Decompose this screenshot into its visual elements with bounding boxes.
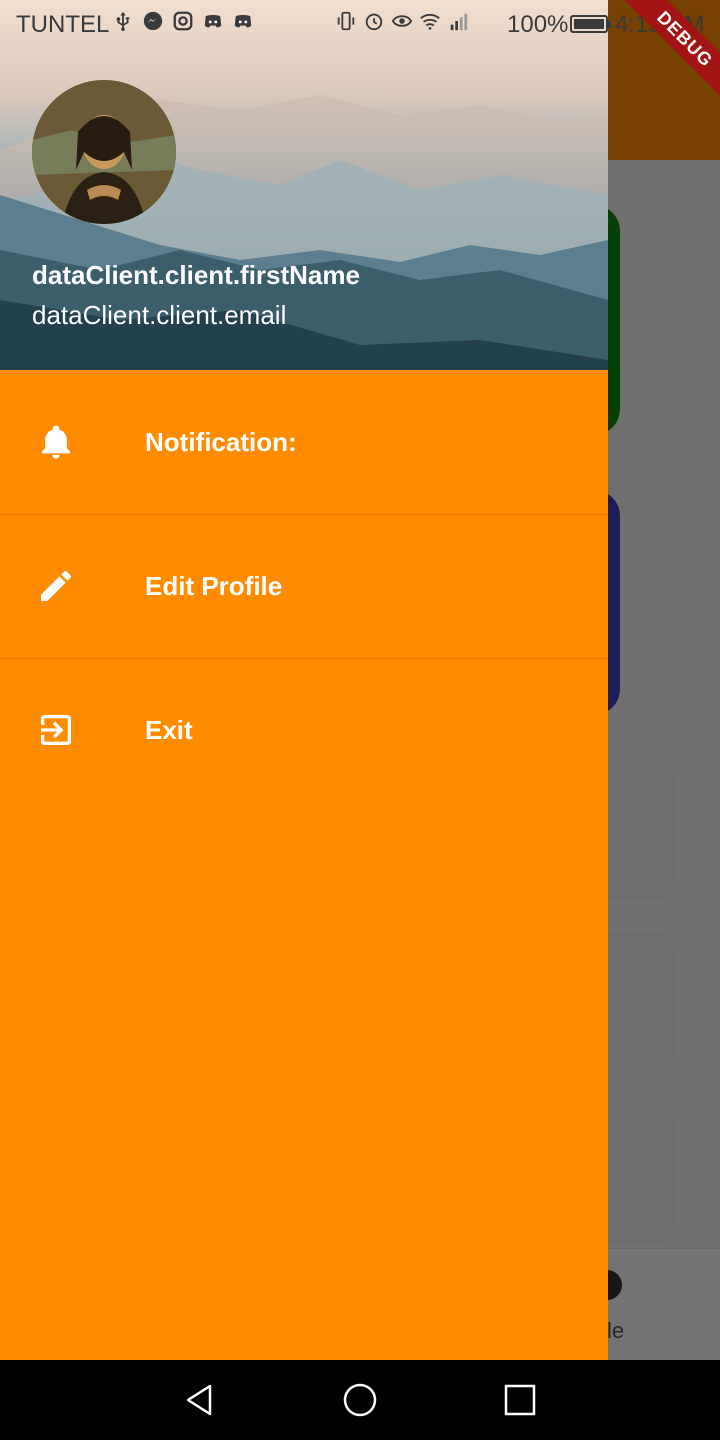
menu-item-notification[interactable]: Notification: [0, 370, 608, 514]
discord-icon [234, 15, 252, 28]
user-first-name: dataClient.client.firstName [32, 260, 360, 290]
eye-icon [391, 15, 413, 27]
signal-icon [450, 13, 468, 31]
menu-item-label: Edit Profile [145, 570, 283, 601]
alarm-icon [365, 13, 383, 31]
navigation-drawer: dataClient.client.firstName dataClient.c… [0, 0, 608, 1360]
menu-item-label: Notification: [145, 426, 297, 457]
discord-icon [204, 15, 222, 28]
messenger-icon [143, 11, 163, 31]
vibrate-icon [337, 11, 355, 31]
carrier-name: TUNTEL [16, 11, 110, 38]
system-navigation-bar [0, 1360, 720, 1440]
pencil-icon [41, 570, 71, 601]
usb-icon [116, 11, 130, 32]
menu-item-label: Exit [145, 714, 193, 745]
wifi-icon [420, 13, 440, 30]
home-icon[interactable] [340, 1380, 380, 1420]
menu-item-exit[interactable]: Exit [0, 658, 608, 802]
exit-icon [41, 715, 71, 745]
back-icon[interactable] [180, 1380, 220, 1420]
instagram-icon [173, 11, 193, 31]
battery-icon [570, 15, 611, 33]
avatar[interactable] [32, 80, 176, 224]
bell-icon [41, 425, 71, 459]
user-email: dataClient.client.email [32, 300, 287, 330]
menu-item-edit-profile[interactable]: Edit Profile [0, 514, 608, 658]
status-bar: TUNTEL 100% 4:15 PM [0, 0, 720, 48]
drawer-header: dataClient.client.firstName dataClient.c… [0, 0, 608, 370]
battery-percentage: 100% [507, 11, 569, 38]
recents-icon[interactable] [500, 1380, 540, 1420]
